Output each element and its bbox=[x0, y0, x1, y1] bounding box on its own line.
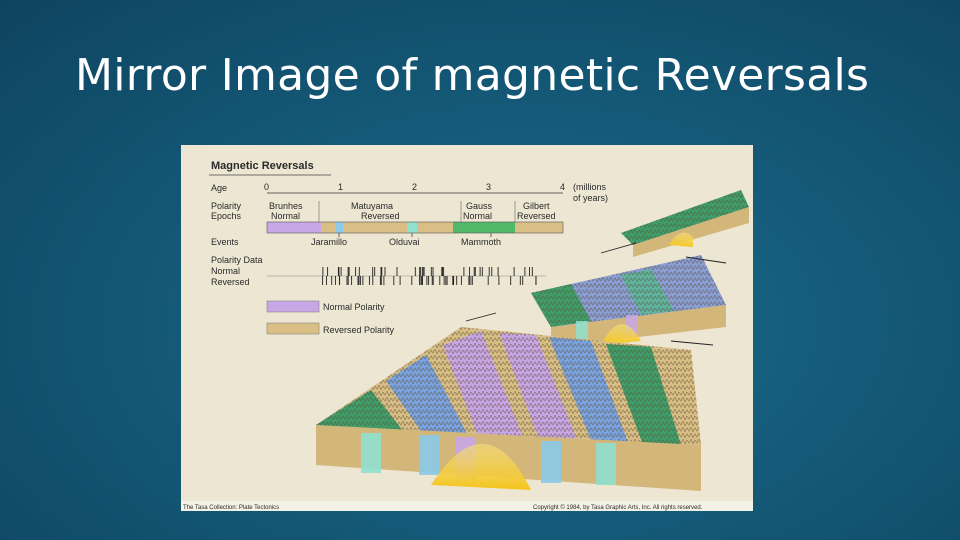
polarity-bar bbox=[266, 221, 564, 234]
event-jaramillo: Jaramillo bbox=[311, 237, 347, 247]
age-label: Age bbox=[211, 183, 227, 193]
polarity-data-label: Polarity Data bbox=[211, 255, 263, 265]
seafloor-block-small bbox=[621, 190, 749, 257]
epoch-gilbert: Gilbert bbox=[523, 201, 550, 211]
event-olduvai: Olduvai bbox=[389, 237, 420, 247]
epoch-matuyama: Matuyama bbox=[351, 201, 393, 211]
seafloor-block-medium bbox=[531, 242, 727, 347]
legend: Normal Polarity Reversed Polarity bbox=[266, 300, 395, 335]
tick-1: 1 bbox=[338, 182, 343, 192]
normal-label: Normal bbox=[211, 266, 240, 276]
bar-gauss bbox=[453, 222, 515, 233]
tick-3: 3 bbox=[486, 182, 491, 192]
seafloor-block-large bbox=[316, 312, 714, 491]
tick-2: 2 bbox=[412, 182, 417, 192]
events-label: Events bbox=[211, 237, 239, 247]
epoch-matuyama-sub: Reversed bbox=[361, 211, 400, 221]
millions-line1: (millions bbox=[573, 182, 607, 192]
age-ticks: 0 1 2 3 4 bbox=[264, 182, 565, 192]
bar-jaramillo bbox=[336, 222, 343, 233]
bar-olduvai bbox=[407, 222, 417, 233]
polarity-epochs-line1: Polarity bbox=[211, 201, 242, 211]
epoch-brunhes-sub: Normal bbox=[271, 211, 300, 221]
event-labels: Jaramillo Olduvai Mammoth bbox=[311, 237, 501, 247]
epoch-labels: Brunhes Normal Matuyama Reversed Gauss N… bbox=[269, 201, 556, 221]
tick-4: 4 bbox=[560, 182, 565, 192]
epoch-gauss: Gauss bbox=[466, 201, 493, 211]
bar-brunhes bbox=[267, 222, 321, 233]
legend-swatch-reversed bbox=[266, 322, 320, 335]
credit-left: The Tasa Collection: Plate Tectonics bbox=[183, 505, 279, 511]
bar-gilbert bbox=[515, 222, 563, 233]
millions-line2: of years) bbox=[573, 193, 608, 203]
magnetic-reversals-figure: Magnetic Reversals Age 0 1 2 3 4 (millio… bbox=[181, 145, 753, 511]
polarity-epochs-line2: Epochs bbox=[211, 211, 242, 221]
figure-heading: Magnetic Reversals bbox=[211, 160, 314, 172]
legend-reversed: Reversed Polarity bbox=[323, 325, 395, 335]
epoch-gauss-sub: Normal bbox=[463, 211, 492, 221]
legend-normal: Normal Polarity bbox=[323, 302, 385, 312]
event-mammoth: Mammoth bbox=[461, 237, 501, 247]
legend-swatch-normal bbox=[266, 300, 320, 313]
epoch-brunhes: Brunhes bbox=[269, 201, 303, 211]
figure-canvas: Magnetic Reversals Age 0 1 2 3 4 (millio… bbox=[181, 160, 753, 511]
credit-right: Copyright © 1984, by Tasa Graphic Arts, … bbox=[533, 504, 703, 511]
tick-0: 0 bbox=[264, 182, 269, 192]
slide-title: Mirror Image of magnetic Reversals bbox=[75, 50, 870, 101]
reversed-label: Reversed bbox=[211, 277, 250, 287]
epoch-gilbert-sub: Reversed bbox=[517, 211, 556, 221]
